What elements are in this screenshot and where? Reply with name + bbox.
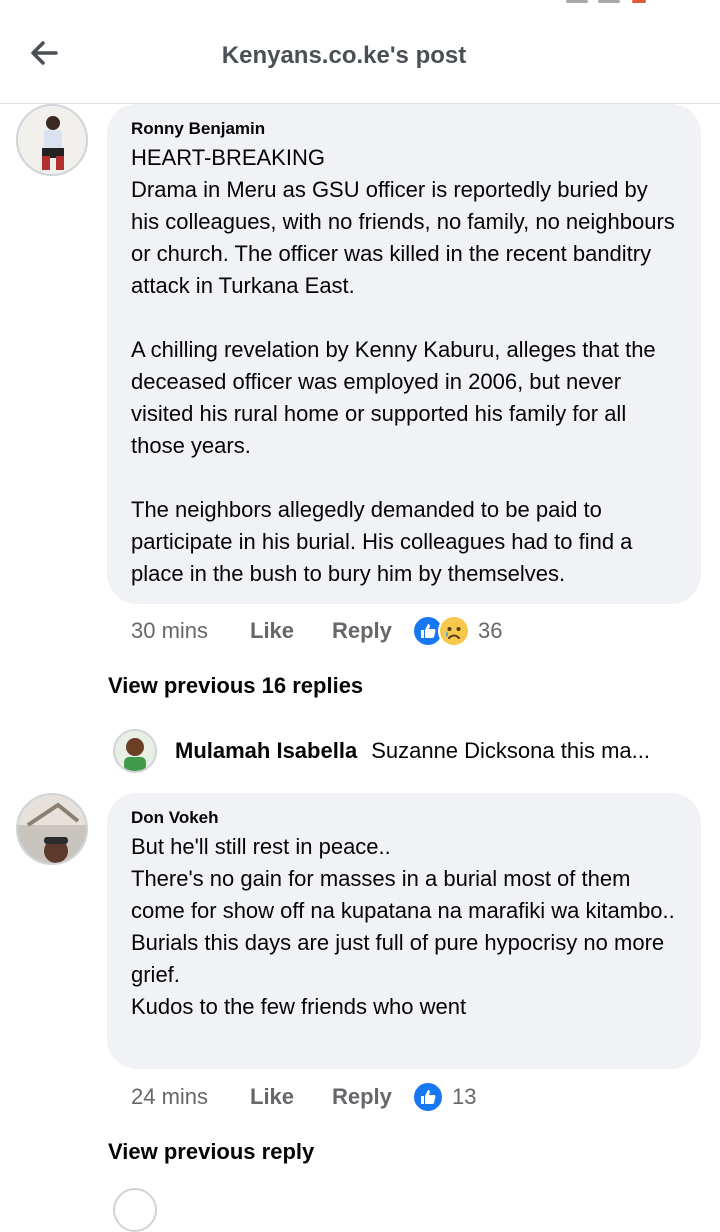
like-button[interactable]: Like — [250, 1084, 332, 1110]
reply-snippet: Suzanne Dicksona this ma... — [371, 738, 650, 763]
comment-author[interactable]: Don Vokeh — [131, 807, 679, 829]
view-previous-replies-link[interactable]: View previous 16 replies — [108, 673, 363, 699]
comment-bubble: Ronny Benjamin HEART-BREAKING Drama in M… — [107, 104, 701, 604]
like-icon — [412, 1081, 444, 1113]
reactions-summary[interactable]: 13 — [412, 1081, 476, 1113]
profile-photo — [18, 795, 86, 863]
reaction-count: 13 — [452, 1084, 477, 1109]
view-previous-reply-link[interactable]: View previous reply — [108, 1139, 314, 1165]
like-button[interactable]: Like — [250, 618, 332, 644]
avatar-ronny-benjamin[interactable] — [16, 104, 88, 176]
avatar-mulamah-isabella[interactable] — [113, 729, 157, 773]
reply-button[interactable]: Reply — [332, 1084, 412, 1110]
comment-timestamp[interactable]: 24 mins — [131, 1084, 250, 1110]
comment-actions: 30 mins Like Reply 36 — [131, 614, 502, 648]
comment-text: HEART-BREAKING Drama in Meru as GSU offi… — [131, 145, 675, 586]
avatar-don-vokeh[interactable] — [16, 793, 88, 865]
comment-timestamp[interactable]: 30 mins — [131, 618, 250, 644]
comment-actions: 24 mins Like Reply 13 — [131, 1080, 476, 1114]
reply-button[interactable]: Reply — [332, 618, 412, 644]
comment-bubble: Don Vokeh But he'll still rest in peace.… — [107, 793, 701, 1069]
comment-text: But he'll still rest in peace.. There's … — [131, 834, 675, 1019]
reply-preview[interactable]: Mulamah Isabella Suzanne Dicksona this m… — [113, 726, 703, 776]
reactions-summary[interactable]: 36 — [412, 615, 502, 647]
comment-author[interactable]: Ronny Benjamin — [131, 118, 679, 140]
post-header: Kenyans.co.ke's post — [0, 0, 720, 104]
sad-icon — [438, 615, 470, 647]
reaction-count: 36 — [478, 618, 503, 643]
profile-photo — [18, 106, 86, 174]
profile-photo — [115, 731, 155, 771]
reply-author[interactable]: Mulamah Isabella — [175, 738, 357, 764]
page-title: Kenyans.co.ke's post — [221, 42, 467, 69]
